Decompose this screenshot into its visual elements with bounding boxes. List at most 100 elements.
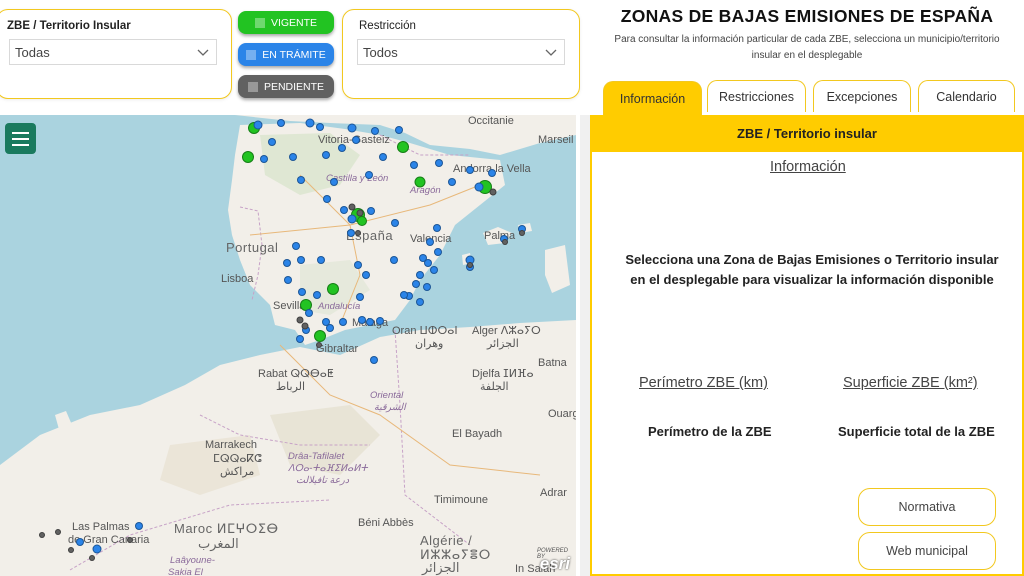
zbe-marker[interactable] (356, 293, 364, 301)
zbe-marker[interactable] (412, 280, 420, 288)
zbe-marker[interactable] (298, 288, 306, 296)
zbe-marker[interactable] (379, 153, 387, 161)
zbe-marker[interactable] (305, 309, 313, 317)
map-label: وهران (415, 338, 444, 350)
map-label: الشرقية (374, 402, 406, 413)
zbe-marker[interactable] (127, 537, 133, 543)
zbe-marker[interactable] (358, 316, 366, 324)
zbe-marker[interactable] (390, 256, 398, 264)
zbe-marker[interactable] (519, 230, 525, 236)
zbe-marker[interactable] (435, 159, 443, 167)
web-municipal-button[interactable]: Web municipal (858, 532, 996, 570)
zbe-marker[interactable] (340, 206, 348, 214)
zbe-marker[interactable] (327, 283, 339, 295)
zbe-marker[interactable] (348, 203, 356, 211)
zbe-marker[interactable] (301, 322, 309, 330)
zbe-marker[interactable] (395, 126, 403, 134)
informacion-section-link[interactable]: Información (770, 159, 846, 175)
zbe-marker[interactable] (376, 317, 384, 325)
zbe-marker[interactable] (283, 259, 291, 267)
zbe-marker[interactable] (242, 151, 254, 163)
superficie-link[interactable]: Superficie ZBE (km²) (843, 375, 978, 391)
zbe-marker[interactable] (277, 119, 285, 127)
zbe-marker[interactable] (365, 171, 373, 179)
zbe-marker[interactable] (55, 529, 61, 535)
zbe-marker[interactable] (317, 256, 325, 264)
zbe-marker[interactable] (466, 166, 474, 174)
zbe-marker[interactable] (352, 136, 360, 144)
zbe-marker[interactable] (92, 544, 102, 554)
zbe-marker[interactable] (314, 330, 326, 342)
zbe-marker[interactable] (284, 276, 292, 284)
zbe-marker[interactable] (339, 318, 347, 326)
zbe-marker[interactable] (316, 342, 322, 348)
restriccion-select[interactable]: Todos (357, 39, 565, 65)
map-view[interactable]: Occitanie Marseil Vitoria-Gasteiz Andorr… (0, 115, 576, 576)
zbe-marker[interactable] (426, 238, 434, 246)
zbe-marker[interactable] (502, 239, 508, 245)
tab-calendario[interactable]: Calendario (918, 80, 1015, 112)
zbe-marker[interactable] (367, 207, 375, 215)
zbe-marker[interactable] (297, 256, 305, 264)
zbe-marker[interactable] (416, 271, 424, 279)
zbe-marker[interactable] (323, 195, 331, 203)
zbe-marker[interactable] (355, 230, 361, 236)
zbe-marker[interactable] (326, 324, 334, 332)
zbe-marker[interactable] (488, 169, 496, 177)
zbe-select[interactable]: Todas (9, 39, 217, 65)
zbe-marker[interactable] (467, 262, 473, 268)
zbe-marker[interactable] (330, 178, 338, 186)
map-label: Adrar (540, 487, 567, 499)
zbe-marker[interactable] (347, 214, 357, 224)
zbe-marker[interactable] (297, 176, 305, 184)
zbe-marker[interactable] (296, 335, 304, 343)
zbe-marker[interactable] (253, 120, 263, 130)
zbe-marker[interactable] (89, 555, 95, 561)
map-label: Maroc ⵍⵎⵖⵔⵉⴱ (174, 521, 279, 536)
zbe-marker[interactable] (338, 144, 346, 152)
zbe-marker[interactable] (391, 219, 399, 227)
zbe-marker[interactable] (397, 141, 409, 153)
zbe-marker[interactable] (430, 266, 438, 274)
map-menu-button[interactable] (5, 123, 36, 154)
zbe-marker[interactable] (370, 356, 378, 364)
zbe-marker[interactable] (76, 538, 84, 546)
tab-excepciones[interactable]: Excepciones (813, 80, 911, 112)
map-label: Timimoune (434, 494, 488, 506)
zbe-marker[interactable] (366, 318, 374, 326)
zbe-marker[interactable] (305, 118, 315, 128)
zbe-marker[interactable] (416, 298, 424, 306)
normativa-button[interactable]: Normativa (858, 488, 996, 526)
zbe-marker[interactable] (410, 161, 418, 169)
tab-informacion[interactable]: Información (603, 81, 702, 115)
zbe-marker[interactable] (434, 248, 442, 256)
zbe-marker[interactable] (313, 291, 321, 299)
zbe-marker[interactable] (39, 532, 45, 538)
tab-restricciones[interactable]: Restricciones (707, 80, 806, 112)
zbe-marker[interactable] (268, 138, 276, 146)
zbe-marker[interactable] (362, 271, 370, 279)
zbe-marker[interactable] (347, 123, 357, 133)
zbe-marker[interactable] (289, 153, 297, 161)
zbe-marker[interactable] (474, 182, 484, 192)
zbe-marker[interactable] (260, 155, 268, 163)
zbe-marker[interactable] (400, 291, 408, 299)
zbe-marker[interactable] (489, 188, 497, 196)
zbe-marker[interactable] (414, 176, 426, 188)
zbe-marker[interactable] (354, 261, 362, 269)
zbe-marker[interactable] (357, 216, 367, 226)
zbe-marker[interactable] (433, 224, 441, 232)
perimetro-link[interactable]: Perímetro ZBE (km) (639, 375, 768, 391)
zbe-marker[interactable] (423, 283, 431, 291)
zbe-marker[interactable] (322, 151, 330, 159)
zbe-marker[interactable] (347, 229, 355, 237)
zbe-marker[interactable] (135, 522, 143, 530)
map-label: Rabat ⵕⵕⴱⴰⵟ (258, 368, 334, 380)
zbe-marker[interactable] (68, 547, 74, 553)
zbe-marker[interactable] (292, 242, 300, 250)
zbe-marker[interactable] (316, 123, 324, 131)
zbe-marker[interactable] (356, 209, 364, 217)
zbe-select-value: Todas (15, 44, 50, 60)
zbe-marker[interactable] (371, 127, 379, 135)
zbe-marker[interactable] (448, 178, 456, 186)
